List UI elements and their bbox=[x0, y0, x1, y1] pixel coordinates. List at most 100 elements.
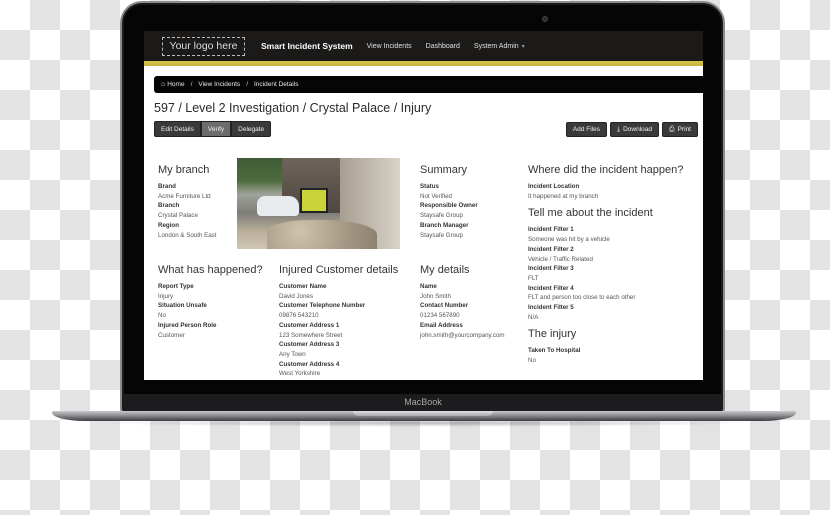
section-title: Tell me about the incident bbox=[528, 207, 653, 220]
field-value: john.smith@yourcompany.com bbox=[420, 331, 505, 339]
section-title: Where did the incident happen? bbox=[528, 164, 684, 176]
laptop-notch bbox=[353, 411, 493, 416]
section-what-happened: What has happened? Report Type Injury Si… bbox=[158, 264, 263, 340]
section-title: Injured Customer details bbox=[279, 264, 399, 276]
field-label: Situation Unsafe bbox=[158, 302, 207, 310]
field-value: N/A bbox=[528, 313, 539, 321]
field-label: Branch Manager bbox=[420, 221, 469, 229]
file-actions: Add Files ⤓ Download ⎙ Print bbox=[565, 122, 698, 137]
delegate-button[interactable]: Delegate bbox=[231, 121, 272, 137]
navbar: Your logo here Smart Incident System Vie… bbox=[144, 31, 703, 61]
section-title: The injury bbox=[528, 328, 577, 341]
field-value: No bbox=[528, 357, 536, 365]
section-injured-customer: Injured Customer details Customer Name D… bbox=[279, 264, 398, 379]
field-value: No bbox=[158, 312, 166, 320]
field-value: David Jones bbox=[279, 292, 314, 300]
field-value: 01234 567890 bbox=[420, 312, 460, 320]
caret-down-icon: ▾ bbox=[521, 43, 525, 50]
field-value: Vehicle / Traffic Related bbox=[528, 255, 593, 263]
nav-dashboard[interactable]: Dashboard bbox=[426, 43, 460, 50]
field-label: Incident Filter 3 bbox=[528, 265, 574, 273]
download-button[interactable]: ⤓ Download bbox=[609, 122, 660, 137]
field-label: Injured Person Role bbox=[158, 321, 217, 329]
breadcrumb-view-incidents[interactable]: View Incidents bbox=[198, 81, 240, 88]
section-title: Summary bbox=[420, 164, 468, 176]
field-value: West Yorkshire bbox=[279, 370, 321, 378]
field-value: 123 Somewhere Street bbox=[279, 331, 343, 339]
app-screen: Your logo here Smart Incident System Vie… bbox=[144, 31, 703, 380]
camera-icon bbox=[542, 16, 548, 22]
brand-name[interactable]: Smart Incident System bbox=[261, 41, 353, 51]
page-title: 597 / Level 2 Investigation / Crystal Pa… bbox=[154, 101, 432, 115]
photo-car bbox=[257, 196, 299, 216]
field-label: Responsible Owner bbox=[420, 202, 478, 210]
field-label: Customer Name bbox=[279, 283, 327, 290]
nav-system-admin-label: System Admin bbox=[473, 42, 519, 50]
field-label: Incident Filter 2 bbox=[528, 245, 574, 253]
field-label: Customer Address 4 bbox=[279, 360, 340, 368]
field-value: John Smith bbox=[420, 292, 451, 300]
download-label: Download bbox=[623, 126, 653, 133]
field-label: Customer Telephone Number bbox=[279, 302, 366, 310]
field-value: Any Town bbox=[279, 350, 306, 358]
breadcrumb: ⌂ Home / View Incidents / Incident Detail… bbox=[154, 76, 703, 93]
field-label: Brand bbox=[158, 183, 176, 190]
field-label: Incident Filter 5 bbox=[528, 304, 574, 312]
section-title: My details bbox=[420, 264, 470, 276]
section-title: What has happened? bbox=[158, 264, 263, 276]
field-label: Status bbox=[420, 183, 439, 190]
field-label: Incident Filter 4 bbox=[528, 284, 574, 292]
field-value: It happened at my branch bbox=[528, 192, 599, 200]
field-value: Injury bbox=[158, 292, 174, 300]
field-value: Crystal Palace bbox=[158, 212, 198, 220]
photo-rubble bbox=[267, 220, 377, 249]
field-value: Acme Furniture Ltd bbox=[158, 192, 211, 200]
section-title: My branch bbox=[158, 164, 210, 176]
field-value: 09876 543210 bbox=[279, 312, 319, 320]
field-value: FLT and person too close to each other bbox=[528, 294, 636, 302]
nav-view-incidents[interactable]: View Incidents bbox=[367, 43, 412, 50]
section-my-branch: My branch Brand Acme Furniture Ltd Branc… bbox=[158, 164, 216, 240]
field-value: Not Verified bbox=[420, 192, 452, 200]
field-value: FLT bbox=[528, 274, 539, 282]
action-button-group: Edit Details Verify Delegate bbox=[154, 121, 272, 137]
section-summary: Summary Status Not Verified Responsible … bbox=[420, 164, 478, 240]
photo-forklift bbox=[300, 188, 328, 213]
print-icon: ⎙ bbox=[669, 125, 675, 133]
breadcrumb-home[interactable]: ⌂ Home bbox=[161, 81, 185, 88]
field-value: Customer bbox=[158, 331, 185, 339]
breadcrumb-current: Incident Details bbox=[254, 81, 299, 88]
field-value: Staysafe Group bbox=[420, 212, 463, 220]
laptop-chin: MacBook bbox=[124, 394, 722, 411]
print-label: Print bbox=[677, 126, 691, 133]
incident-photo[interactable] bbox=[237, 158, 400, 249]
home-icon: ⌂ bbox=[161, 81, 166, 88]
edit-details-button[interactable]: Edit Details bbox=[154, 121, 201, 137]
device-label: MacBook bbox=[404, 397, 442, 407]
verify-button[interactable]: Verify bbox=[200, 121, 232, 137]
field-label: Contact Number bbox=[420, 302, 469, 310]
accent-bar bbox=[144, 61, 703, 66]
section-incident: Where did the incident happen? Incident … bbox=[528, 164, 683, 366]
field-label: Report Type bbox=[158, 283, 194, 290]
breadcrumb-separator: / bbox=[246, 81, 248, 88]
field-label: Email Address bbox=[420, 321, 463, 329]
field-value: London & South East bbox=[158, 231, 217, 239]
field-label: Branch bbox=[158, 202, 180, 210]
section-my-details: My details Name John Smith Contact Numbe… bbox=[420, 264, 505, 340]
breadcrumb-home-label: Home bbox=[167, 81, 185, 88]
field-value: Someone was hit by a vehicle bbox=[528, 236, 610, 244]
nav-system-admin[interactable]: System Admin ▾ bbox=[474, 43, 525, 50]
field-label: Incident Filter 1 bbox=[528, 226, 574, 234]
field-label: Name bbox=[420, 283, 437, 290]
add-files-button[interactable]: Add Files bbox=[565, 122, 607, 137]
breadcrumb-separator: / bbox=[190, 81, 193, 88]
download-icon: ⤓ bbox=[616, 125, 621, 133]
field-label: Customer Address 3 bbox=[279, 341, 340, 349]
field-label: Region bbox=[158, 221, 179, 229]
field-label: Customer Address 1 bbox=[279, 321, 340, 329]
field-label: Incident Location bbox=[528, 183, 580, 190]
logo-placeholder[interactable]: Your logo here bbox=[162, 36, 245, 56]
print-button[interactable]: ⎙ Print bbox=[662, 122, 698, 137]
field-value: Staysafe Group bbox=[420, 231, 463, 239]
